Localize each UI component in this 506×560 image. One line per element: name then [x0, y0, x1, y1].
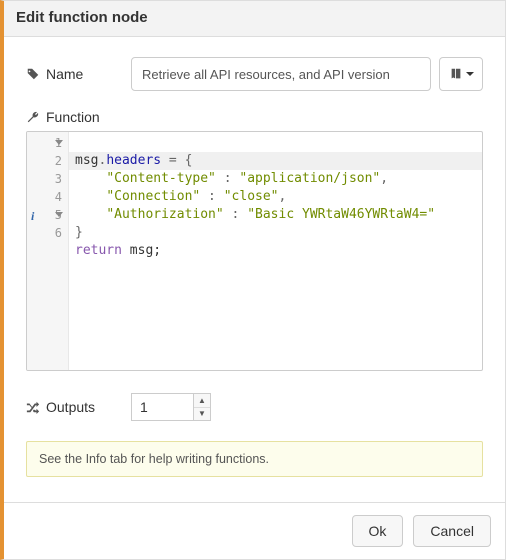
gutter-line: 1: [37, 134, 62, 152]
random-icon: [26, 400, 40, 414]
panel-header: Edit function node: [4, 1, 505, 37]
chevron-down-icon: [466, 72, 474, 76]
outputs-row: Outputs ▲ ▼: [26, 393, 483, 421]
cancel-button[interactable]: Cancel: [413, 515, 491, 547]
help-tip: See the Info tab for help writing functi…: [26, 441, 483, 477]
library-button[interactable]: [439, 57, 483, 91]
gutter-line: 2: [37, 152, 62, 170]
name-input[interactable]: [131, 57, 431, 91]
name-row: Name: [26, 57, 483, 91]
panel-footer: Ok Cancel: [4, 502, 505, 559]
spinner-up[interactable]: ▲: [194, 394, 210, 408]
spinner-down[interactable]: ▼: [194, 408, 210, 421]
editor-gutter: 1 2 3 4 5 6: [27, 132, 69, 370]
panel-title: Edit function node: [16, 9, 148, 26]
function-label: Function: [46, 109, 100, 125]
outputs-label-group: Outputs: [26, 399, 131, 415]
outputs-spinner[interactable]: ▲ ▼: [131, 393, 211, 421]
edit-function-node-panel: Edit function node Name Function: [0, 0, 506, 560]
outputs-input[interactable]: [131, 393, 193, 421]
name-label-group: Name: [26, 66, 131, 82]
panel-body: Name Function 1 2 3 4 5 6: [4, 37, 505, 502]
gutter-line: 4: [37, 188, 62, 206]
help-tip-text: See the Info tab for help writing functi…: [39, 452, 269, 466]
name-label: Name: [46, 66, 83, 82]
outputs-label: Outputs: [46, 399, 95, 415]
book-icon: [449, 67, 463, 81]
code-editor[interactable]: 1 2 3 4 5 6 msg.headers = { "Content-typ…: [26, 131, 483, 371]
spinner-arrows: ▲ ▼: [193, 393, 211, 421]
editor-code[interactable]: msg.headers = { "Content-type" : "applic…: [69, 132, 482, 370]
tag-icon: [26, 67, 40, 81]
gutter-line: 3: [37, 170, 62, 188]
gutter-line: 5: [37, 206, 62, 224]
function-label-group: Function: [26, 109, 483, 125]
gutter-line: 6: [37, 224, 62, 242]
wrench-icon: [26, 110, 40, 124]
ok-button[interactable]: Ok: [352, 515, 404, 547]
